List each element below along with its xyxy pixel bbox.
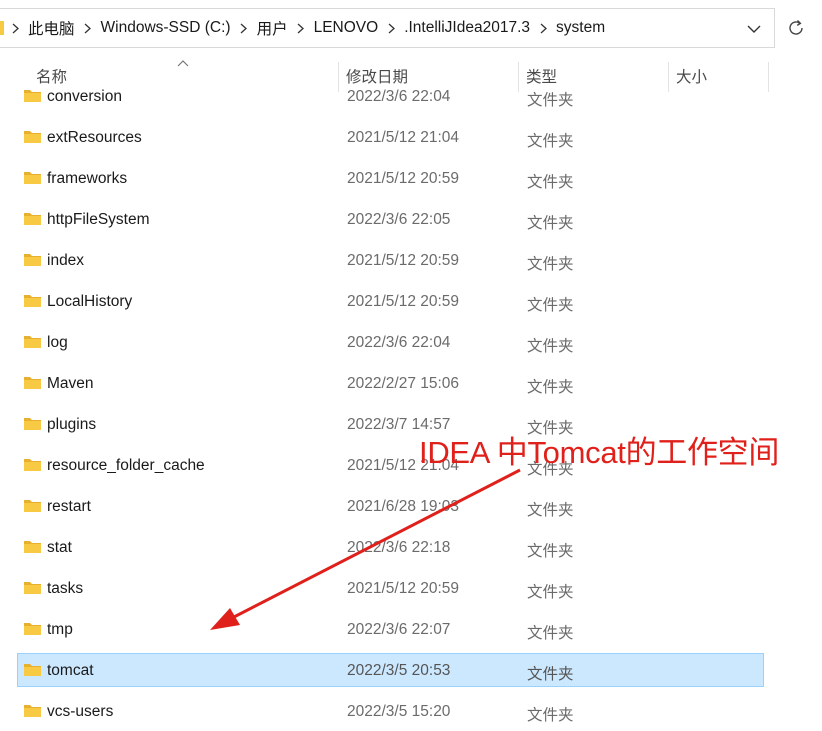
folder-icon [23,333,42,350]
file-modified: 2021/5/12 20:59 [347,293,460,310]
file-name: restart [47,498,91,515]
file-modified: 2022/3/6 22:07 [347,621,451,638]
file-type: 文件夹 [527,92,574,109]
file-row-extResources[interactable]: extResources 2021/5/12 21:04 文件夹 [17,120,764,154]
file-type: 文件夹 [527,625,574,642]
folder-icon [23,579,42,596]
file-list: conversion 2022/3/6 22:04 文件夹 extResources 2… [0,78,822,731]
file-name: conversion [47,88,122,105]
chevron-down-icon[interactable] [744,19,764,39]
file-type: 文件夹 [527,338,574,355]
file-type: 文件夹 [527,174,574,191]
file-modified: 2021/5/12 20:59 [347,252,460,269]
folder-icon [23,374,42,391]
file-modified: 2022/2/27 15:06 [347,375,460,392]
file-name: httpFileSystem [47,211,150,228]
file-modified: 2022/3/5 15:20 [347,703,451,720]
annotation-label: IDEA 中Tomcat的工作空间 [419,435,780,470]
file-type: 文件夹 [527,215,574,232]
breadcrumb-item[interactable]: LENOVO [312,19,381,37]
file-row-frameworks[interactable]: frameworks 2021/5/12 20:59 文件夹 [17,161,764,195]
chevron-right-icon[interactable] [532,9,554,47]
file-name: LocalHistory [47,293,133,310]
file-row-restart[interactable]: restart 2021/6/28 19:03 文件夹 [17,489,764,523]
file-row-LocalHistory[interactable]: LocalHistory 2021/5/12 20:59 文件夹 [17,284,764,318]
folder-icon [23,620,42,637]
file-row-conversion[interactable]: conversion 2022/3/6 22:04 文件夹 [17,79,764,113]
chevron-right-icon[interactable] [380,9,402,47]
file-modified: 2022/3/5 20:53 [347,662,451,679]
file-row-vcs-users[interactable]: vcs-users 2022/3/5 15:20 文件夹 [17,694,764,728]
file-name: frameworks [47,170,128,187]
file-row-tasks[interactable]: tasks 2021/5/12 20:59 文件夹 [17,571,764,605]
file-row-httpFileSystem[interactable]: httpFileSystem 2022/3/6 22:05 文件夹 [17,202,764,236]
file-type: 文件夹 [527,666,574,683]
chevron-right-icon[interactable] [4,9,26,47]
file-modified: 2021/5/12 20:59 [347,170,460,187]
file-modified: 2022/3/6 22:04 [347,88,451,105]
refresh-icon[interactable] [784,16,808,40]
breadcrumb-item[interactable]: Windows-SSD (C:) [99,19,233,37]
folder-icon [23,169,42,186]
file-name: index [47,252,85,269]
breadcrumb-item[interactable]: 此电脑 [26,17,77,39]
file-modified: 2022/3/6 22:05 [347,211,451,228]
folder-icon [23,210,42,227]
chevron-right-icon[interactable] [77,9,99,47]
breadcrumb-item[interactable]: .IntelliJIdea2017.3 [402,19,532,37]
file-row-tmp[interactable]: tmp 2022/3/6 22:07 文件夹 [17,612,764,646]
file-modified: 2021/5/12 21:04 [347,129,460,146]
file-name: log [47,334,68,351]
folder-icon [23,292,42,309]
file-modified: 2021/5/12 20:59 [347,580,460,597]
file-type: 文件夹 [527,543,574,560]
file-name: tmp [47,621,73,638]
file-name: Maven [47,375,94,392]
file-type: 文件夹 [527,502,574,519]
file-name: tasks [47,580,84,597]
chevron-right-icon[interactable] [233,9,255,47]
file-row-log[interactable]: log 2022/3/6 22:04 文件夹 [17,325,764,359]
folder-icon [23,497,42,514]
folder-icon [23,661,42,678]
breadcrumb: 此电脑 Windows-SSD (C:) 用户 LENOVO .IntelliJIdea… [4,9,607,47]
file-name: vcs-users [47,703,114,720]
file-type: 文件夹 [527,584,574,601]
address-bar: 此电脑 Windows-SSD (C:) 用户 LENOVO .IntelliJIdea… [0,0,822,56]
file-type: 文件夹 [527,379,574,396]
folder-icon [23,456,42,473]
folder-icon [23,87,42,104]
file-row-index[interactable]: index 2021/5/12 20:59 文件夹 [17,243,764,277]
file-name: extResources [47,129,142,146]
file-row-Maven[interactable]: Maven 2022/2/27 15:06 文件夹 [17,366,764,400]
file-row-tomcat[interactable]: tomcat 2022/3/5 20:53 文件夹 [17,653,764,687]
address-box[interactable]: 此电脑 Windows-SSD (C:) 用户 LENOVO .IntelliJIdea… [0,8,775,48]
folder-icon [23,538,42,555]
folder-icon [23,128,42,145]
file-modified: 2022/3/6 22:04 [347,334,451,351]
breadcrumb-item[interactable]: system [554,19,607,37]
file-modified: 2022/3/6 22:18 [347,539,451,556]
file-name: tomcat [47,662,94,679]
file-row-stat[interactable]: stat 2022/3/6 22:18 文件夹 [17,530,764,564]
folder-icon [23,415,42,432]
chevron-right-icon[interactable] [290,9,312,47]
file-type: 文件夹 [527,707,574,724]
file-name: stat [47,539,72,556]
file-type: 文件夹 [527,297,574,314]
file-type: 文件夹 [527,256,574,273]
breadcrumb-item[interactable]: 用户 [255,17,290,39]
file-type: 文件夹 [527,133,574,150]
folder-icon [23,702,42,719]
file-modified: 2021/6/28 19:03 [347,498,460,515]
folder-icon [23,251,42,268]
file-name: plugins [47,416,97,433]
file-name: resource_folder_cache [47,457,205,474]
